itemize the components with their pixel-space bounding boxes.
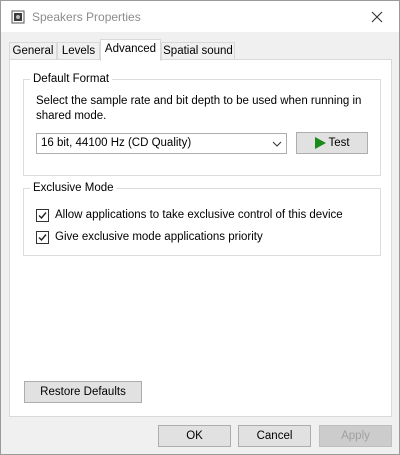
default-format-legend: Default Format	[30, 72, 113, 87]
tab-advanced-label: Advanced	[104, 43, 157, 55]
cancel-button[interactable]: Cancel	[238, 425, 311, 447]
allow-exclusive-control-checkbox[interactable]	[36, 208, 49, 222]
title-bar: Speakers Properties	[1, 1, 399, 32]
speakers-properties-dialog: Speakers Properties General Levels Advan…	[0, 0, 400, 455]
tab-levels[interactable]: Levels	[57, 42, 100, 59]
cancel-button-label: Cancel	[256, 430, 293, 442]
window-title: Speakers Properties	[32, 10, 141, 24]
dialog-button-bar: OK Cancel Apply	[1, 419, 399, 454]
restore-defaults-button[interactable]: Restore Defaults	[24, 381, 142, 403]
test-button-label: Test	[328, 137, 350, 149]
tab-strip: General Levels Advanced Spatial sound	[1, 32, 399, 61]
exclusive-mode-group: Exclusive Mode Allow applications to tak…	[23, 181, 381, 256]
exclusive-priority-option[interactable]: Give exclusive mode applications priorit…	[36, 230, 263, 244]
tab-general[interactable]: General	[9, 42, 57, 59]
checkmark-icon	[38, 233, 47, 241]
apply-button-label: Apply	[341, 430, 370, 442]
close-icon	[371, 11, 383, 22]
allow-exclusive-control-label: Allow applications to take exclusive con…	[55, 209, 343, 221]
allow-exclusive-control-option[interactable]: Allow applications to take exclusive con…	[36, 208, 343, 222]
tab-levels-label: Levels	[61, 45, 96, 57]
sample-rate-selected-value: 16 bit, 44100 Hz (CD Quality)	[41, 137, 192, 149]
apply-button[interactable]: Apply	[319, 425, 392, 447]
speaker-icon	[11, 10, 25, 24]
exclusive-priority-label: Give exclusive mode applications priorit…	[55, 231, 263, 243]
close-button[interactable]	[355, 1, 399, 32]
play-icon	[315, 137, 327, 149]
tab-advanced[interactable]: Advanced	[100, 39, 161, 61]
tab-spatial-sound-label: Spatial sound	[163, 45, 233, 57]
tab-spatial-sound[interactable]: Spatial sound	[161, 42, 235, 59]
exclusive-mode-legend: Exclusive Mode	[30, 181, 117, 196]
chevron-down-icon	[272, 141, 282, 147]
default-format-group: Default Format Select the sample rate an…	[23, 72, 381, 176]
tab-general-label: General	[12, 45, 54, 57]
restore-defaults-label: Restore Defaults	[40, 386, 126, 398]
exclusive-priority-checkbox[interactable]	[36, 230, 49, 244]
advanced-tab-panel: Default Format Select the sample rate an…	[9, 59, 392, 417]
ok-button[interactable]: OK	[158, 425, 231, 447]
checkmark-icon	[38, 211, 47, 219]
default-format-description: Select the sample rate and bit depth to …	[36, 95, 362, 122]
ok-button-label: OK	[186, 430, 203, 442]
test-button[interactable]: Test	[296, 132, 368, 154]
sample-rate-dropdown[interactable]: 16 bit, 44100 Hz (CD Quality)	[36, 133, 287, 154]
